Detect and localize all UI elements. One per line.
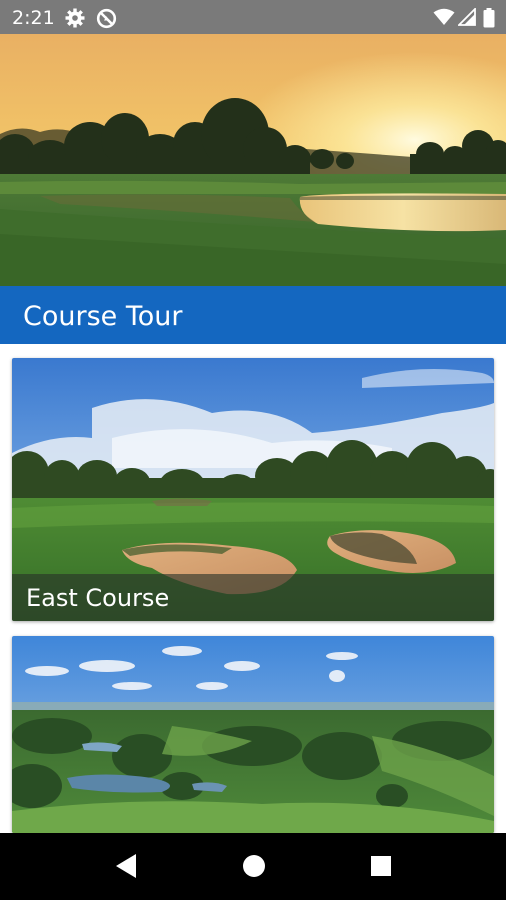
hero-image	[0, 34, 506, 286]
gear-icon	[65, 8, 85, 28]
page-title: Course Tour	[23, 301, 183, 332]
wifi-icon	[433, 8, 455, 25]
do-not-disturb-icon	[96, 8, 117, 29]
recents-icon[interactable]	[369, 853, 393, 879]
status-bar: 2:21	[0, 0, 506, 34]
back-icon[interactable]	[114, 853, 138, 879]
course-card-east[interactable]: East Course	[12, 358, 494, 621]
signal-icon	[458, 8, 476, 26]
header-bar: Course Tour	[0, 286, 506, 344]
status-time: 2:21	[12, 7, 55, 29]
course-name: East Course	[26, 584, 170, 612]
course-card-image	[12, 636, 494, 833]
course-card-caption: East Course	[12, 574, 494, 621]
battery-icon	[483, 8, 495, 28]
home-icon[interactable]	[242, 853, 266, 879]
navigation-bar	[0, 833, 506, 900]
course-card-aerial[interactable]	[12, 636, 494, 833]
